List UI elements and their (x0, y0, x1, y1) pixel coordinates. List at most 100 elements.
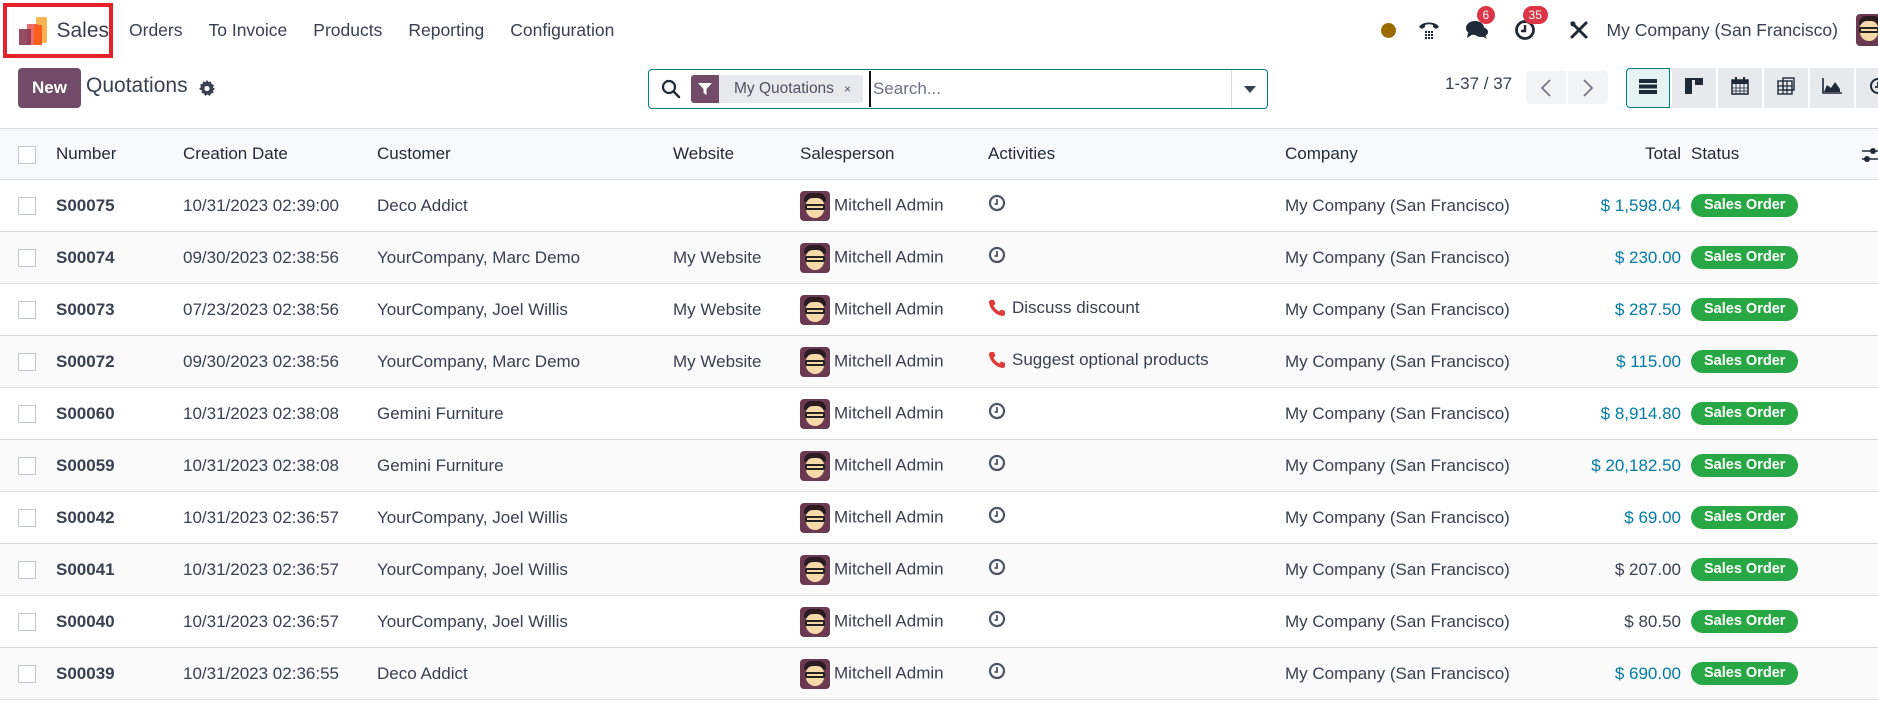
order-number: S00040 (56, 595, 183, 648)
menu-to-invoice[interactable]: To Invoice (208, 20, 287, 41)
activity-widget[interactable] (988, 454, 1006, 472)
graph-view-button[interactable] (1810, 68, 1854, 108)
activity-widget[interactable] (988, 662, 1006, 680)
column-header-salesperson[interactable]: Salesperson (800, 128, 988, 180)
search-input[interactable] (868, 71, 1231, 107)
website: My Website (673, 283, 800, 336)
creation-date: 10/31/2023 02:36:57 (183, 491, 377, 544)
activity-widget[interactable] (988, 610, 1006, 628)
voip-phone-icon[interactable] (1417, 18, 1441, 42)
row-checkbox[interactable] (18, 249, 36, 268)
facet-remove-icon[interactable]: × (844, 82, 863, 96)
order-number: S00039 (56, 647, 183, 700)
activity-widget[interactable] (988, 558, 1006, 576)
pager-value[interactable]: 1-37 / 37 (1445, 74, 1512, 94)
table-row[interactable]: S00041 10/31/2023 02:36:57 YourCompany, … (0, 543, 1878, 596)
salesperson-avatar[interactable] (800, 346, 830, 377)
table-row[interactable]: S00075 10/31/2023 02:39:00 Deco Addict M… (0, 179, 1878, 232)
order-number: S00074 (56, 231, 183, 284)
list-view-button[interactable] (1626, 68, 1670, 108)
activity-widget[interactable] (988, 194, 1006, 212)
row-checkbox[interactable] (18, 197, 36, 216)
pivot-view-button[interactable] (1764, 68, 1808, 108)
row-checkbox[interactable] (18, 353, 36, 372)
activity-widget[interactable] (988, 506, 1006, 524)
row-checkbox[interactable] (18, 301, 36, 320)
row-checkbox[interactable] (18, 405, 36, 424)
row-checkbox[interactable] (18, 613, 36, 632)
column-header-website[interactable]: Website (673, 128, 800, 180)
column-header-total[interactable]: Total (1589, 128, 1691, 180)
salesperson-avatar[interactable] (800, 190, 830, 221)
kanban-view-button[interactable] (1672, 68, 1716, 108)
salesperson-avatar[interactable] (800, 658, 830, 689)
salesperson-avatar[interactable] (800, 606, 830, 637)
salesperson-avatar[interactable] (800, 450, 830, 481)
column-header-creation-date[interactable]: Creation Date (183, 128, 377, 180)
table-row[interactable]: S00060 10/31/2023 02:38:08 Gemini Furnit… (0, 387, 1878, 440)
search-bar: My Quotations × (648, 69, 1268, 109)
company-switcher[interactable]: My Company (San Francisco) (1607, 20, 1838, 41)
clock-icon (988, 610, 1006, 628)
pager-next-button[interactable] (1568, 71, 1608, 104)
salesperson-cell: Mitchell Admin (800, 595, 988, 648)
menu-products[interactable]: Products (313, 20, 382, 41)
customer: YourCompany, Joel Willis (377, 595, 673, 648)
row-checkbox[interactable] (18, 665, 36, 684)
status-cell: Sales Order (1691, 439, 1878, 492)
website (673, 647, 800, 700)
presence-status-icon[interactable] (1380, 22, 1396, 38)
table-row[interactable]: S00072 09/30/2023 02:38:56 YourCompany, … (0, 335, 1878, 388)
salesperson-cell: Mitchell Admin (800, 439, 988, 492)
status-cell: Sales Order (1691, 387, 1878, 440)
search-options-toggle[interactable] (1231, 70, 1267, 108)
activity-widget[interactable] (988, 402, 1006, 420)
optional-columns-toggle-icon[interactable] (1862, 146, 1878, 169)
gear-icon[interactable] (199, 80, 215, 96)
status-badge: Sales Order (1691, 246, 1799, 269)
creation-date: 10/31/2023 02:39:00 (183, 179, 377, 232)
activity-widget[interactable]: Discuss discount (988, 298, 1140, 318)
row-checkbox[interactable] (18, 457, 36, 476)
new-button[interactable]: New (18, 68, 81, 108)
user-avatar[interactable] (1856, 14, 1878, 46)
activity-view-button[interactable] (1856, 68, 1878, 108)
activities-badge: 35 (1522, 6, 1548, 24)
salesperson-avatar[interactable] (800, 554, 830, 585)
activities-clock-icon[interactable]: 35 (1513, 6, 1548, 42)
salesperson-avatar[interactable] (800, 502, 830, 533)
select-all-checkbox[interactable] (18, 145, 36, 164)
menu-reporting[interactable]: Reporting (408, 20, 484, 41)
menu-configuration[interactable]: Configuration (510, 20, 614, 41)
menu-orders[interactable]: Orders (129, 20, 182, 41)
creation-date: 07/23/2023 02:38:56 (183, 283, 377, 336)
column-header-number[interactable]: Number (56, 128, 183, 180)
search-icon[interactable] (661, 79, 681, 99)
table-row[interactable]: S00073 07/23/2023 02:38:56 YourCompany, … (0, 283, 1878, 336)
table-row[interactable]: S00074 09/30/2023 02:38:56 YourCompany, … (0, 231, 1878, 284)
row-checkbox[interactable] (18, 509, 36, 528)
table-row[interactable]: S00059 10/31/2023 02:38:08 Gemini Furnit… (0, 439, 1878, 492)
table-row[interactable]: S00042 10/31/2023 02:36:57 YourCompany, … (0, 491, 1878, 544)
calendar-view-button[interactable] (1718, 68, 1762, 108)
debug-tools-icon[interactable] (1567, 18, 1591, 42)
creation-date: 10/31/2023 02:38:08 (183, 387, 377, 440)
table-row[interactable]: S00040 10/31/2023 02:36:57 YourCompany, … (0, 595, 1878, 648)
activity-widget[interactable]: Suggest optional products (988, 350, 1209, 370)
row-checkbox[interactable] (18, 561, 36, 580)
column-header-customer[interactable]: Customer (377, 128, 673, 180)
salesperson-avatar[interactable] (800, 398, 830, 429)
app-brand-sales[interactable]: Sales (3, 3, 113, 58)
website (673, 543, 800, 596)
pager-previous-button[interactable] (1526, 71, 1566, 104)
messages-icon[interactable]: 6 (1465, 6, 1496, 42)
table-row[interactable]: S00039 10/31/2023 02:36:55 Deco Addict M… (0, 647, 1878, 700)
column-header-company[interactable]: Company (1285, 128, 1589, 180)
salesperson-avatar[interactable] (800, 242, 830, 273)
salesperson-avatar[interactable] (800, 294, 830, 325)
creation-date: 09/30/2023 02:38:56 (183, 231, 377, 284)
column-header-activities[interactable]: Activities (988, 128, 1285, 180)
facet-label: My Quotations (734, 80, 834, 97)
column-header-status[interactable]: Status (1691, 144, 1739, 163)
activity-widget[interactable] (988, 246, 1006, 264)
